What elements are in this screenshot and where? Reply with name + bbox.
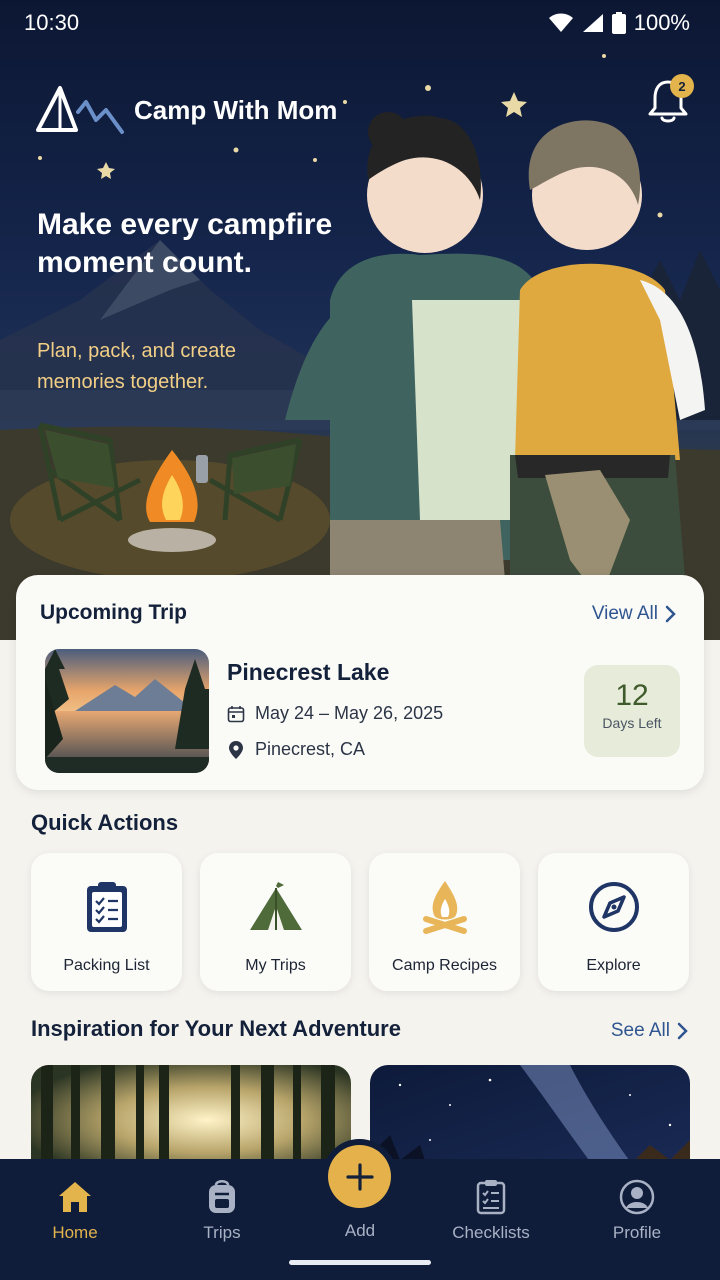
- tent-icon: [249, 882, 302, 930]
- quick-action-label: My Trips: [245, 957, 306, 974]
- view-all-label: View All: [591, 603, 658, 624]
- nav-profile[interactable]: Profile: [587, 1177, 687, 1243]
- profile-icon: [619, 1179, 655, 1215]
- notification-badge: 2: [670, 74, 694, 98]
- hero-subtitle: Plan, pack, and create memories together…: [37, 340, 237, 393]
- quick-action-packing-list[interactable]: Packing List: [31, 853, 182, 991]
- lake-landscape-image: [45, 649, 209, 773]
- backpack-icon: [209, 1180, 235, 1213]
- nav-trips[interactable]: Trips: [172, 1177, 272, 1243]
- days-left-number: 12: [615, 679, 649, 712]
- chevron-right-icon: [677, 1022, 688, 1040]
- plus-icon: [345, 1162, 374, 1191]
- upcoming-trip-card[interactable]: Upcoming Trip View All Pinecrest Lake Ma…: [16, 575, 704, 790]
- see-all-label: See All: [610, 1020, 670, 1041]
- battery-level: 100%: [633, 10, 690, 35]
- quick-action-label: Explore: [586, 957, 641, 974]
- campfire-icon: [422, 881, 467, 934]
- quick-action-my-trips[interactable]: My Trips: [200, 853, 351, 991]
- home-icon: [59, 1182, 91, 1212]
- compass-icon: [588, 882, 639, 932]
- nav-trips-label: Trips: [203, 1223, 241, 1242]
- status-bar: 10:30 100%: [0, 0, 720, 50]
- nav-home-label: Home: [52, 1223, 98, 1242]
- days-left-label: Days Left: [602, 715, 662, 731]
- hero-banner: 10:30 100% Camp With Mom 2 Make every ca…: [0, 0, 720, 640]
- app-name: Camp With Mom: [134, 94, 338, 125]
- hero-title: Make every campfire moment count.: [37, 208, 333, 279]
- chevron-right-icon: [665, 605, 676, 623]
- tent-mountain-logo-icon: [36, 86, 124, 134]
- add-label: Add: [344, 1221, 376, 1240]
- view-all-trips-link[interactable]: View All: [592, 603, 676, 625]
- trip-thumbnail: [45, 649, 209, 773]
- nav-profile-label: Profile: [612, 1223, 662, 1242]
- trip-dates-row: May 24 – May 26, 2025: [227, 703, 443, 724]
- signal-icon: [582, 14, 603, 32]
- battery-icon: [611, 12, 626, 34]
- days-left-badge: 12 Days Left: [584, 665, 680, 757]
- clipboard-checklist-icon: [86, 882, 127, 932]
- checklist-icon: [476, 1180, 506, 1215]
- upcoming-trip-heading: Upcoming Trip: [40, 601, 187, 624]
- trip-dates: May 24 – May 26, 2025: [255, 703, 444, 723]
- calendar-icon: [227, 705, 245, 722]
- quick-actions-heading: Quick Actions: [31, 810, 179, 835]
- nav-checklists-label: Checklists: [452, 1223, 530, 1242]
- quick-action-camp-recipes[interactable]: Camp Recipes: [369, 853, 520, 991]
- home-indicator: [289, 1260, 431, 1265]
- status-time: 10:30: [24, 10, 80, 35]
- trip-location: Pinecrest, CA: [255, 739, 366, 759]
- see-all-inspiration-link[interactable]: See All: [611, 1020, 688, 1042]
- location-pin-icon: [229, 740, 243, 759]
- trip-name: Pinecrest Lake: [227, 659, 390, 685]
- nav-checklists[interactable]: Checklists: [441, 1177, 541, 1243]
- trip-location-row: Pinecrest, CA: [227, 739, 365, 760]
- wifi-icon: [548, 13, 573, 32]
- brand-logo: Camp With Mom: [34, 82, 337, 138]
- quick-action-explore[interactable]: Explore: [538, 853, 689, 991]
- add-button[interactable]: [328, 1145, 391, 1208]
- nav-home[interactable]: Home: [25, 1177, 125, 1243]
- quick-action-label: Camp Recipes: [392, 957, 497, 974]
- inspiration-heading: Inspiration for Your Next Adventure: [31, 1016, 401, 1041]
- quick-action-label: Packing List: [63, 957, 150, 974]
